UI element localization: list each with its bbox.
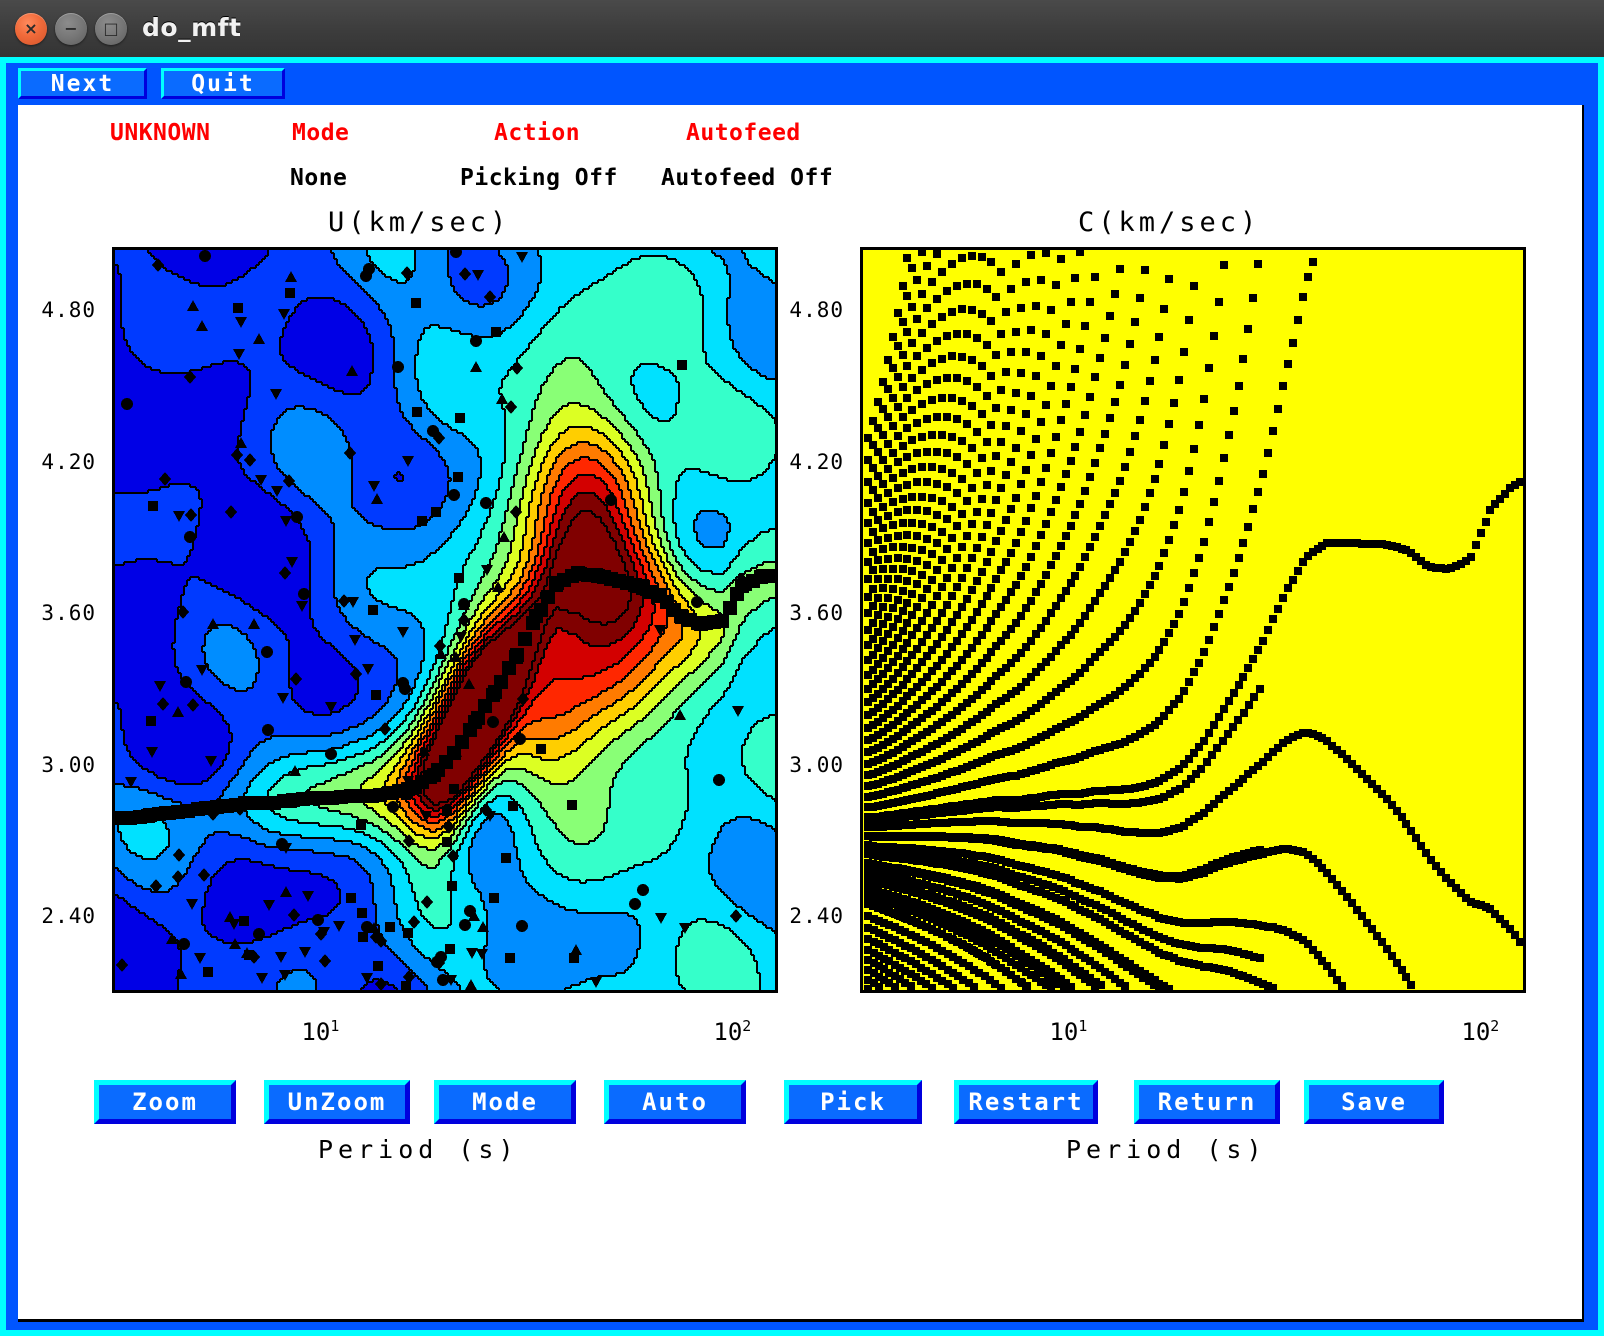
return-button[interactable]: Return (1134, 1080, 1280, 1124)
auto-button[interactable]: Auto (604, 1080, 746, 1124)
y-tick-label: 4.20 (34, 450, 96, 474)
close-button[interactable]: × (15, 13, 47, 45)
phase-velocity-plot-title: C(km/sec) (1078, 207, 1260, 238)
phase-velocity-scatter-svg (863, 250, 1523, 990)
x-tick-label: 101 (1049, 1017, 1087, 1046)
window-title: do_mft (142, 13, 241, 42)
y-tick-label: 3.00 (34, 753, 96, 777)
quit-button[interactable]: Quit (161, 68, 285, 99)
close-icon: × (15, 13, 47, 45)
status-action-value: Picking Off (460, 165, 618, 191)
zoom-button[interactable]: Zoom (94, 1080, 236, 1124)
application-window: × − □ do_mft Next Quit UNKNOWN Mode Acti… (0, 0, 1604, 1336)
maximize-icon: □ (95, 13, 127, 45)
status-file-header: UNKNOWN (110, 120, 210, 146)
mode-button[interactable]: Mode (434, 1080, 576, 1124)
group-velocity-plot[interactable] (112, 247, 778, 993)
unzoom-button[interactable]: UnZoom (264, 1080, 410, 1124)
y-tick-label: 3.00 (782, 753, 844, 777)
minimize-button[interactable]: − (55, 13, 87, 45)
y-tick-label: 2.40 (782, 904, 844, 928)
group-velocity-contour-svg (115, 250, 775, 990)
x-tick-label: 101 (301, 1017, 339, 1046)
phase-velocity-x-axis-title: Period (s) (1066, 1135, 1267, 1164)
group-velocity-x-axis-title: Period (s) (318, 1135, 519, 1164)
status-action-header: Action (494, 120, 580, 146)
status-mode-value: None (290, 165, 347, 191)
group-velocity-plot-area (115, 250, 775, 990)
restart-button[interactable]: Restart (954, 1080, 1098, 1124)
menu-toolbar: Next Quit (18, 68, 1590, 101)
next-button[interactable]: Next (18, 68, 147, 99)
y-tick-label: 3.60 (34, 601, 96, 625)
pick-button[interactable]: Pick (784, 1080, 922, 1124)
status-autofeed-value: Autofeed Off (661, 165, 833, 191)
action-button-row: Zoom UnZoom Mode Auto Pick Restart Return Save (18, 1080, 1584, 1130)
x-tick-label: 102 (1461, 1017, 1499, 1046)
y-tick-label: 4.20 (782, 450, 844, 474)
minimize-icon: − (55, 13, 87, 45)
y-tick-label: 4.80 (782, 298, 844, 322)
y-tick-label: 4.80 (34, 298, 96, 322)
plot-canvas: UNKNOWN Mode Action Autofeed None Pickin… (18, 105, 1584, 1322)
group-velocity-plot-title: U(km/sec) (328, 207, 510, 238)
save-button[interactable]: Save (1304, 1080, 1444, 1124)
y-tick-label: 3.60 (782, 601, 844, 625)
status-mode-header: Mode (292, 120, 349, 146)
window-titlebar: × − □ do_mft (0, 0, 1604, 58)
x-tick-label: 102 (713, 1017, 751, 1046)
y-tick-label: 2.40 (34, 904, 96, 928)
status-autofeed-header: Autofeed (686, 120, 801, 146)
phase-velocity-plot-area (863, 250, 1523, 990)
phase-velocity-plot[interactable] (860, 247, 1526, 993)
maximize-button[interactable]: □ (95, 13, 127, 45)
